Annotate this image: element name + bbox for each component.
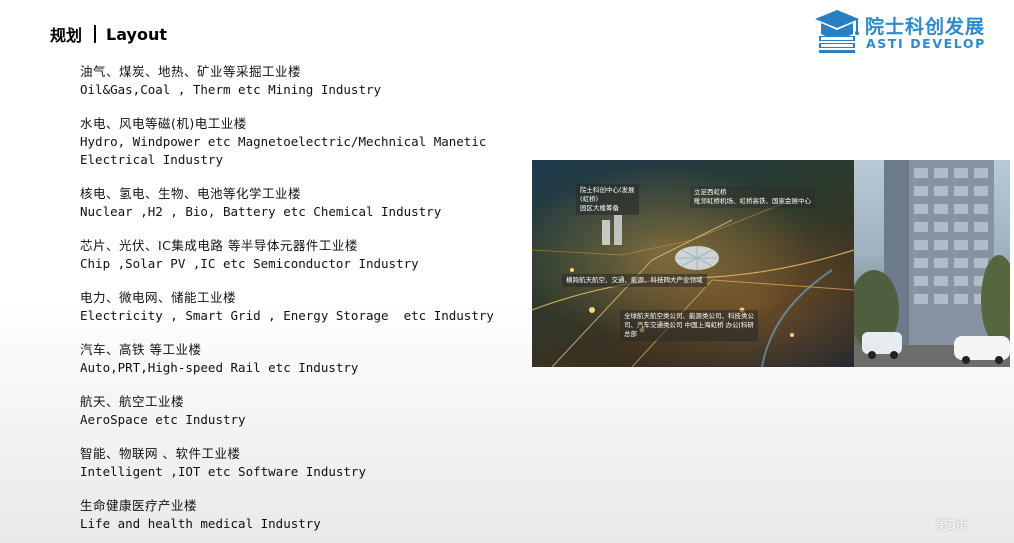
- list-item: 生命健康医疗产业楼 Life and health medical Indust…: [80, 497, 520, 533]
- item-cn: 生命健康医疗产业楼: [80, 498, 198, 513]
- item-cn: 芯片、光伏、IC集成电路 等半导体元器件工业楼: [80, 238, 358, 253]
- map-label-hq: 全球航天航空类公司、能源类公司、科技类公 司、汽车交通类公司 中国上海虹桥 办公…: [620, 310, 758, 341]
- item-cn: 电力、微电网、储能工业楼: [80, 290, 237, 305]
- page-number: 第3页: [936, 518, 968, 532]
- item-en: Nuclear ,H2 , Bio, Battery etc Chemical …: [80, 204, 442, 219]
- list-item: 电力、微电网、储能工业楼 Electricity , Smart Grid , …: [80, 289, 520, 325]
- page-title: 规划 Layout: [50, 22, 167, 46]
- item-en: Hydro, Windpower etc Magnetoelectric/Mec…: [80, 134, 487, 167]
- map-label-industries: 横跨航天航空、交通、能源、科技四大产业领域: [562, 274, 707, 287]
- list-item: 芯片、光伏、IC集成电路 等半导体元器件工业楼 Chip ,Solar PV ,…: [80, 237, 520, 273]
- item-en: Chip ,Solar PV ,IC etc Semiconductor Ind…: [80, 256, 419, 271]
- item-cn: 水电、风电等磁(机)电工业楼: [80, 116, 247, 131]
- building-graphic: [854, 160, 1010, 367]
- item-en: Intelligent ,IOT etc Software Industry: [80, 464, 366, 479]
- industry-list: 油气、煤炭、地热、矿业等采掘工业楼 Oil&Gas,Coal , Therm e…: [80, 63, 520, 543]
- logo-text-en: ASTI DEVELOP: [866, 36, 986, 51]
- item-cn: 智能、物联网 、软件工业楼: [80, 446, 241, 461]
- list-item: 核电、氢电、生物、电池等化学工业楼 Nuclear ,H2 , Bio, Bat…: [80, 185, 520, 221]
- item-en: Auto,PRT,High-speed Rail etc Industry: [80, 360, 359, 375]
- map-label-location: 立足西虹桥 毗邻虹桥机场、虹桥高铁、国家会展中心: [690, 186, 815, 208]
- item-cn: 汽车、高铁 等工业楼: [80, 342, 202, 357]
- item-cn: 航天、航空工业楼: [80, 394, 185, 409]
- map-label-park: 院士科创中心(发展 (虹桥) 园区大楼筹备: [576, 184, 639, 215]
- item-en: AeroSpace etc Industry: [80, 412, 246, 427]
- item-cn: 油气、煤炭、地热、矿业等采掘工业楼: [80, 64, 302, 79]
- item-en: Oil&Gas,Coal , Therm etc Mining Industry: [80, 82, 382, 97]
- item-en: Electricity , Smart Grid , Energy Storag…: [80, 308, 494, 323]
- logo-text-cn: 院士科创发展: [865, 16, 986, 38]
- list-item: 油气、煤炭、地热、矿业等采掘工业楼 Oil&Gas,Coal , Therm e…: [80, 63, 520, 99]
- list-item: 航天、航空工业楼 AeroSpace etc Industry: [80, 393, 520, 429]
- section-label: 规划: [50, 26, 83, 45]
- section-title: Layout: [106, 24, 167, 44]
- title-divider: [94, 25, 97, 43]
- item-cn: 核电、氢电、生物、电池等化学工业楼: [80, 186, 302, 201]
- list-item: 智能、物联网 、软件工业楼 Intelligent ,IOT etc Softw…: [80, 445, 520, 481]
- aerial-map-photo: 院士科创中心(发展 (虹桥) 园区大楼筹备 立足西虹桥 毗邻虹桥机场、虹桥高铁、…: [532, 160, 854, 367]
- list-item: 水电、风电等磁(机)电工业楼 Hydro, Windpower etc Magn…: [80, 115, 520, 169]
- building-photo: [854, 160, 1010, 367]
- item-en: Life and health medical Industry: [80, 516, 321, 531]
- list-item: 汽车、高铁 等工业楼 Auto,PRT,High-speed Rail etc …: [80, 341, 520, 377]
- academic-cap-book-icon: [815, 10, 859, 53]
- company-logo: 院士科创发展 ASTI DEVELOP: [813, 8, 1003, 56]
